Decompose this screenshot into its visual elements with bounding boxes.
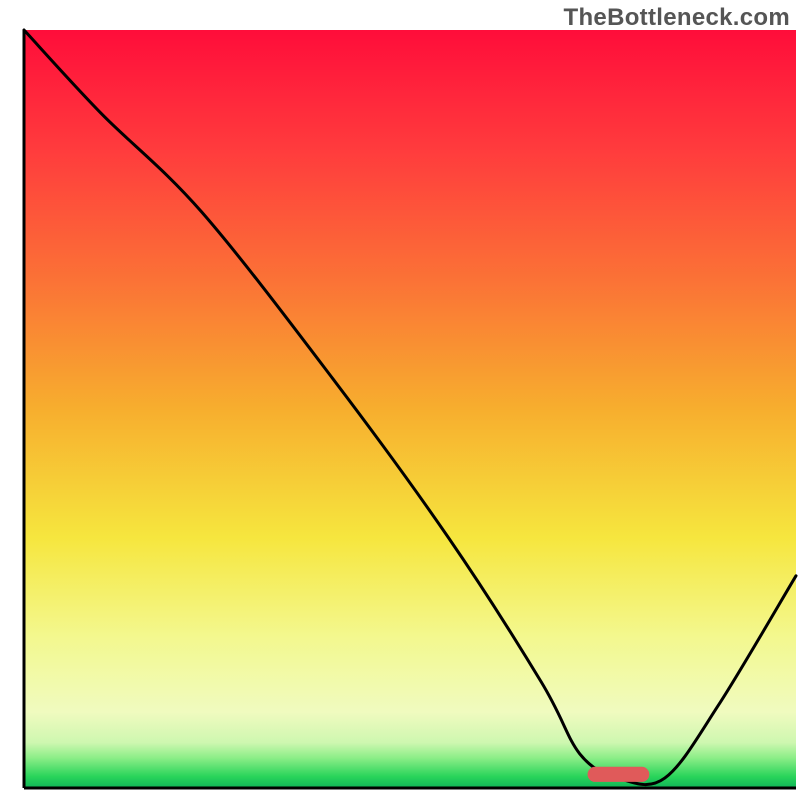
target-marker: [588, 767, 650, 782]
plot-background: [24, 30, 796, 788]
chart-container: TheBottleneck.com: [0, 0, 800, 800]
bottleneck-chart: [0, 0, 800, 800]
watermark-label: TheBottleneck.com: [564, 4, 790, 32]
